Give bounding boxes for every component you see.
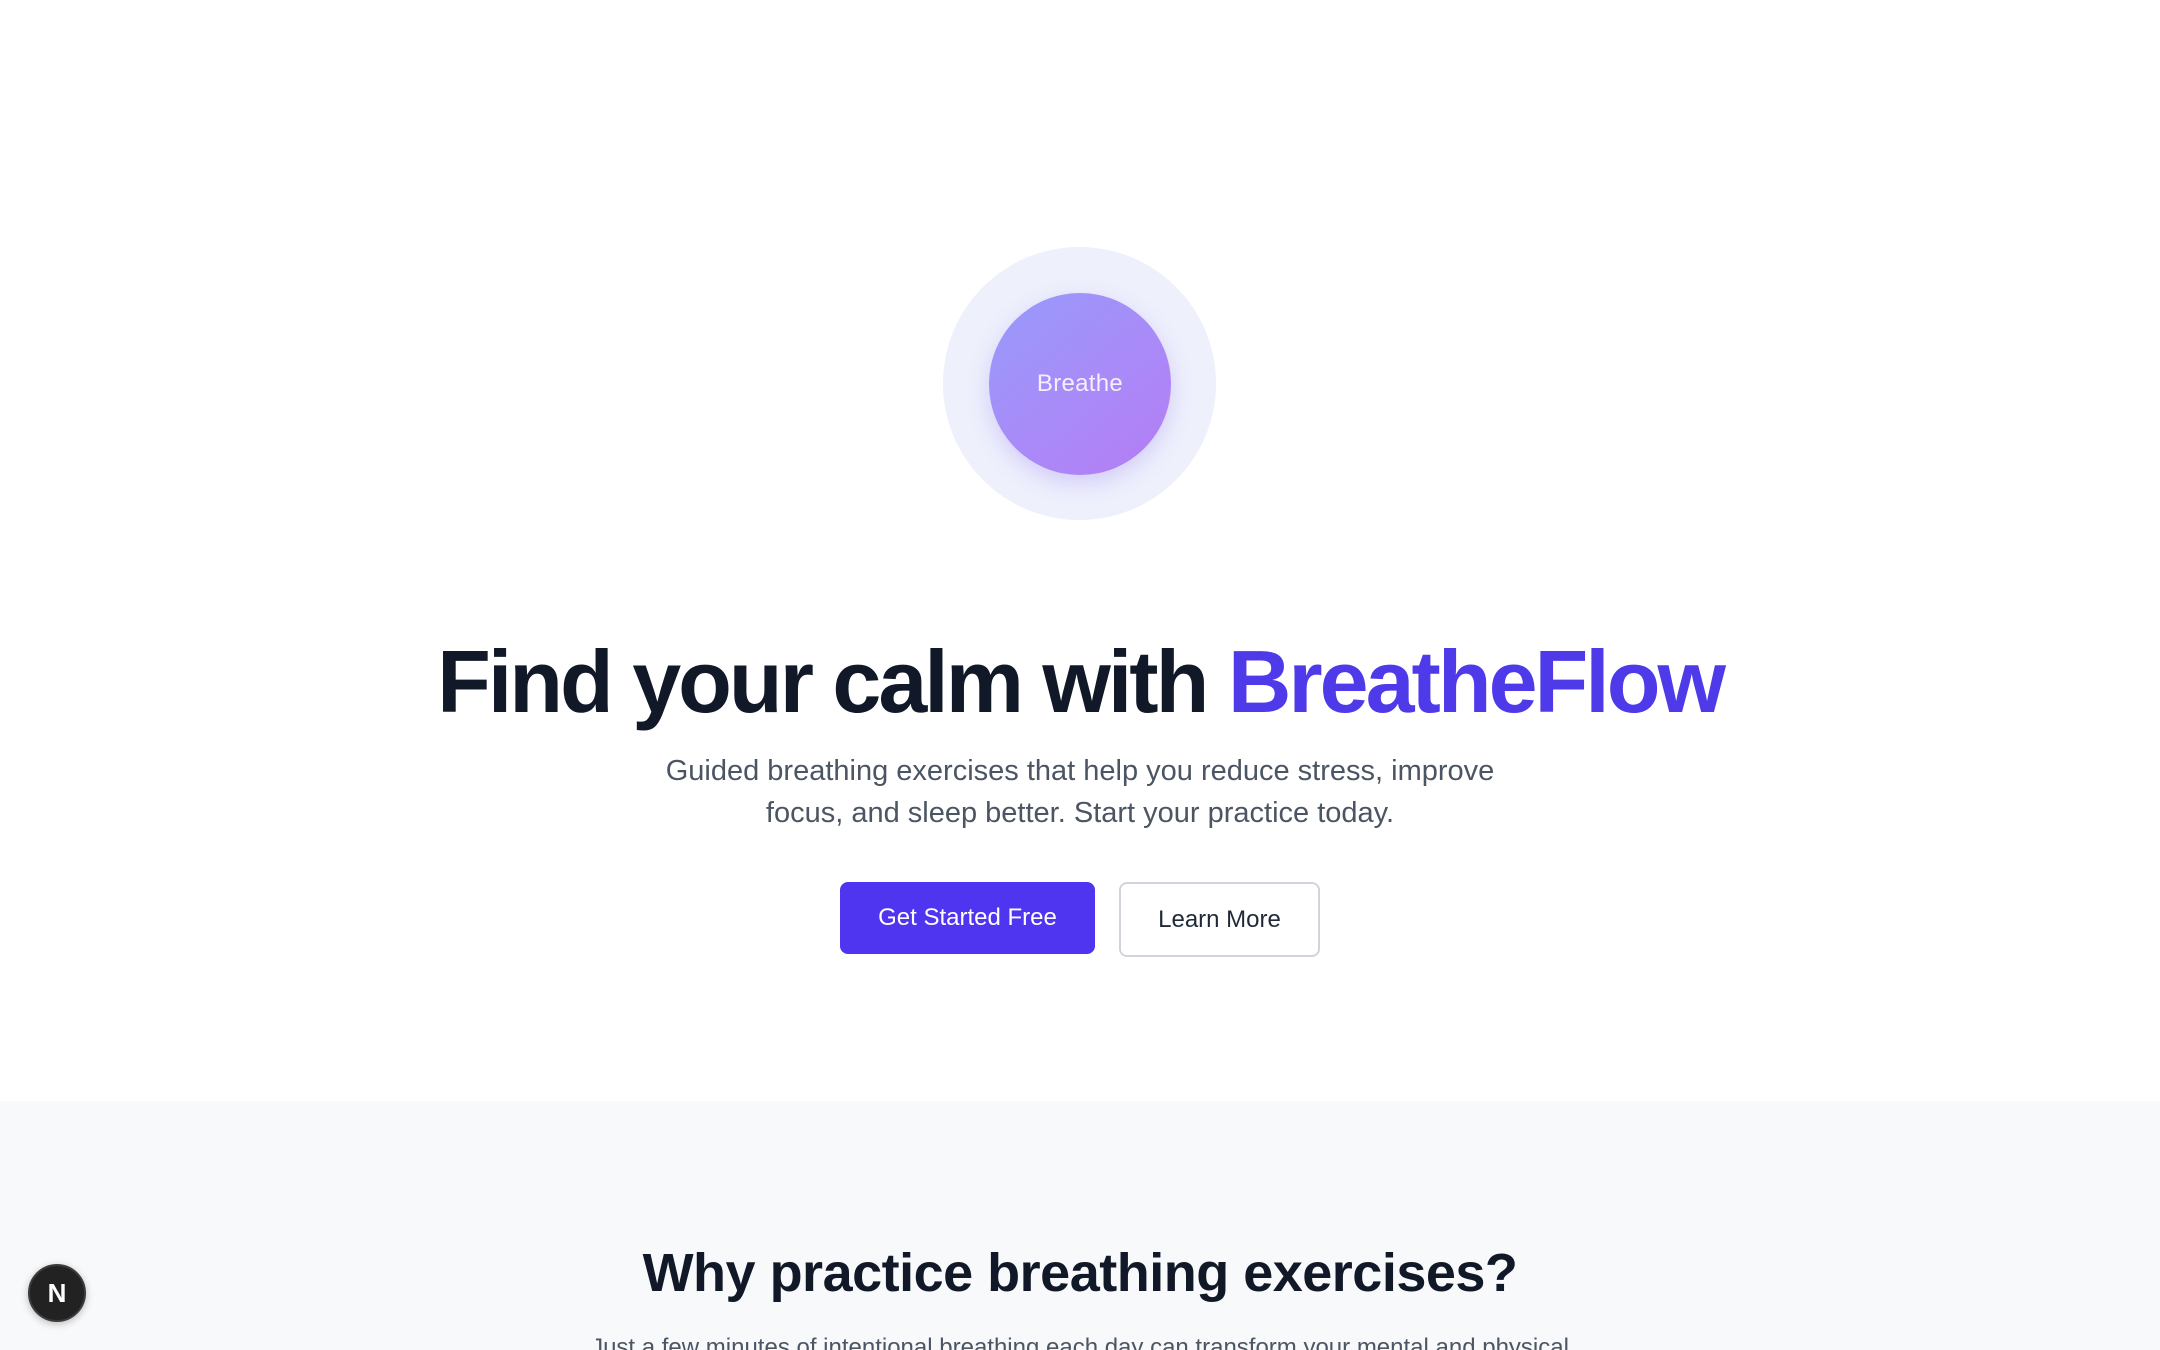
learn-more-button[interactable]: Learn More [1119, 882, 1320, 957]
features-intro: Just a few minutes of intentional breath… [591, 1334, 1569, 1350]
get-started-button[interactable]: Get Started Free [840, 882, 1095, 954]
hero-subtitle: Guided breathing exercises that help you… [665, 755, 1495, 829]
features-title: Why practice breathing exercises? [642, 1243, 1518, 1303]
hero-section: Breathe Find your calm with BreatheFlow … [0, 0, 2160, 1101]
features-section: Why practice breathing exercises? Just a… [0, 1101, 2160, 1350]
nextjs-logo-icon[interactable]: N [28, 1264, 86, 1322]
headline-brand-name: BreatheFlow [1227, 632, 1726, 731]
hero-headline: Find your calm with BreatheFlow [0, 630, 2160, 734]
breathe-circle-label: Breathe [1036, 370, 1124, 397]
headline-text: Find your calm with [437, 632, 1228, 731]
dev-badge-letter: N [47, 1277, 67, 1308]
breathe-circle[interactable]: Breathe [989, 293, 1171, 475]
